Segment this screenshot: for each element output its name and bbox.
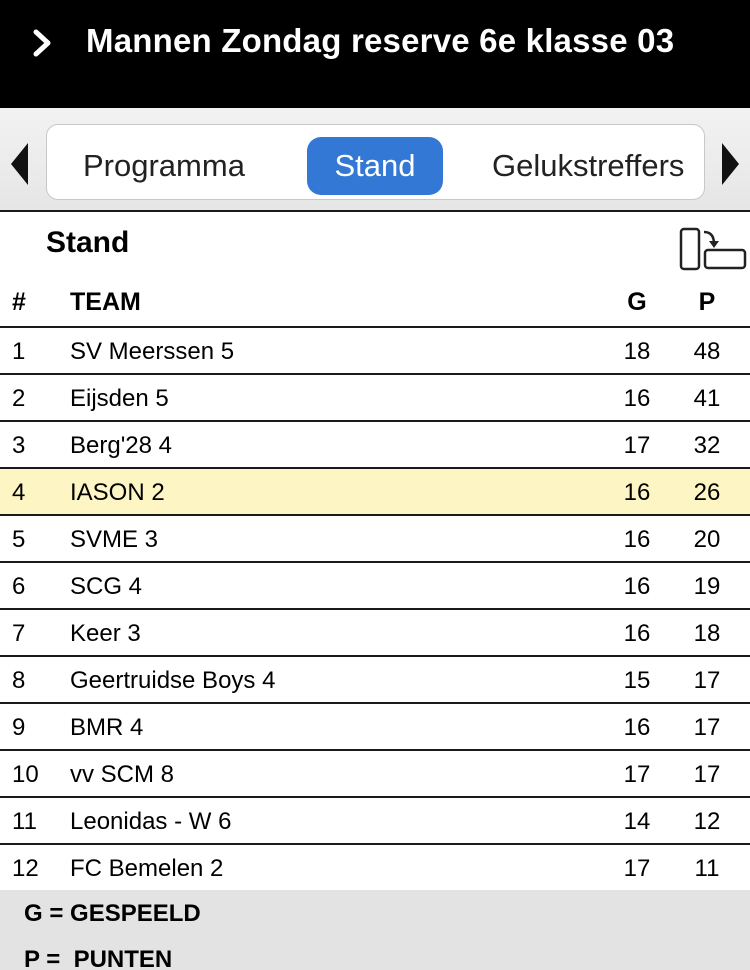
table-row[interactable]: 11 Leonidas - W 6 14 12 [0, 798, 750, 845]
section-title: Stand [46, 226, 130, 259]
row-points: 17 [693, 714, 721, 741]
row-games: 17 [623, 432, 651, 459]
row-points: 48 [693, 338, 721, 365]
segmented-control: Programma Stand Gelukstreffers [46, 124, 705, 200]
row-team-name: SVME 3 [70, 526, 159, 553]
table-row[interactable]: 1 SV Meerssen 5 18 48 [0, 328, 750, 375]
table-row[interactable]: 2 Eijsden 5 16 41 [0, 375, 750, 422]
row-points: 18 [693, 620, 721, 647]
row-points: 32 [693, 432, 721, 459]
col-header-p: P [698, 288, 716, 316]
app-header: Mannen Zondag reserve 6e klasse 03 [0, 0, 750, 108]
scroll-right-arrow-icon[interactable] [718, 141, 742, 187]
row-games: 15 [623, 667, 651, 694]
row-position: 2 [12, 385, 26, 412]
row-points: 17 [693, 761, 721, 788]
row-team-name: SV Meerssen 5 [70, 338, 235, 365]
row-position: 7 [12, 620, 26, 647]
chevron-right-icon[interactable] [30, 26, 54, 60]
row-games: 16 [623, 573, 651, 600]
table-row[interactable]: 7 Keer 3 16 18 [0, 610, 750, 657]
legend-gespeeld: G = GESPEELD [24, 900, 201, 927]
row-team-name: Eijsden 5 [70, 385, 169, 412]
table-row[interactable]: 6 SCG 4 16 19 [0, 563, 750, 610]
row-position: 11 [12, 808, 37, 835]
col-header-team: TEAM [70, 288, 141, 316]
row-games: 16 [623, 526, 651, 553]
row-points: 41 [693, 385, 721, 412]
tab-gelukstreffers[interactable]: Gelukstreffers [492, 137, 684, 195]
row-games: 17 [623, 855, 651, 882]
table-row[interactable]: 5 SVME 3 16 20 [0, 516, 750, 563]
row-games: 14 [623, 808, 651, 835]
row-team-name: SCG 4 [70, 573, 143, 600]
rotate-device-icon[interactable] [676, 226, 748, 274]
table-row[interactable]: 12 FC Bemelen 2 17 11 [0, 845, 750, 892]
row-points: 12 [693, 808, 721, 835]
row-points: 11 [694, 855, 720, 882]
scroll-left-arrow-icon[interactable] [8, 141, 32, 187]
row-points: 20 [693, 526, 721, 553]
row-position: 3 [12, 432, 26, 459]
row-team-name: BMR 4 [70, 714, 144, 741]
legend: G = GESPEELD P = PUNTEN [0, 890, 750, 970]
table-row[interactable]: 9 BMR 4 16 17 [0, 704, 750, 751]
row-team-name: Geertruidse Boys 4 [70, 667, 276, 694]
row-team-name: vv SCM 8 [70, 761, 175, 788]
table-row[interactable]: 4 IASON 2 16 26 [0, 469, 750, 516]
row-points: 19 [693, 573, 721, 600]
row-games: 16 [623, 620, 651, 647]
table-row[interactable]: 10 vv SCM 8 17 17 [0, 751, 750, 798]
row-games: 16 [623, 479, 651, 506]
table-row[interactable]: 8 Geertruidse Boys 4 15 17 [0, 657, 750, 704]
col-header-pos: # [12, 288, 26, 316]
row-position: 1 [12, 338, 26, 365]
row-position: 10 [12, 761, 39, 788]
row-team-name: Keer 3 [70, 620, 141, 647]
table-row[interactable]: 3 Berg'28 4 17 32 [0, 422, 750, 469]
row-position: 9 [12, 714, 26, 741]
row-points: 17 [693, 667, 721, 694]
row-position: 6 [12, 573, 26, 600]
tab-bar: Programma Stand Gelukstreffers [0, 108, 750, 212]
row-games: 18 [623, 338, 651, 365]
tab-programma[interactable]: Programma [83, 137, 245, 195]
row-games: 16 [623, 714, 651, 741]
row-position: 5 [12, 526, 26, 553]
row-position: 12 [12, 855, 39, 882]
row-team-name: Berg'28 4 [70, 432, 172, 459]
row-team-name: Leonidas - W 6 [70, 808, 232, 835]
row-games: 16 [623, 385, 651, 412]
row-position: 4 [12, 479, 26, 506]
row-points: 26 [693, 479, 721, 506]
col-header-g: G [627, 288, 647, 316]
row-team-name: FC Bemelen 2 [70, 855, 224, 882]
table-header: # TEAM G P [0, 280, 750, 328]
row-games: 17 [623, 761, 651, 788]
legend-punten: P = PUNTEN [24, 946, 173, 970]
row-position: 8 [12, 667, 26, 694]
tab-stand[interactable]: Stand [307, 137, 443, 195]
page-title: Mannen Zondag reserve 6e klasse 03 [86, 22, 675, 59]
row-team-name: IASON 2 [70, 479, 165, 506]
